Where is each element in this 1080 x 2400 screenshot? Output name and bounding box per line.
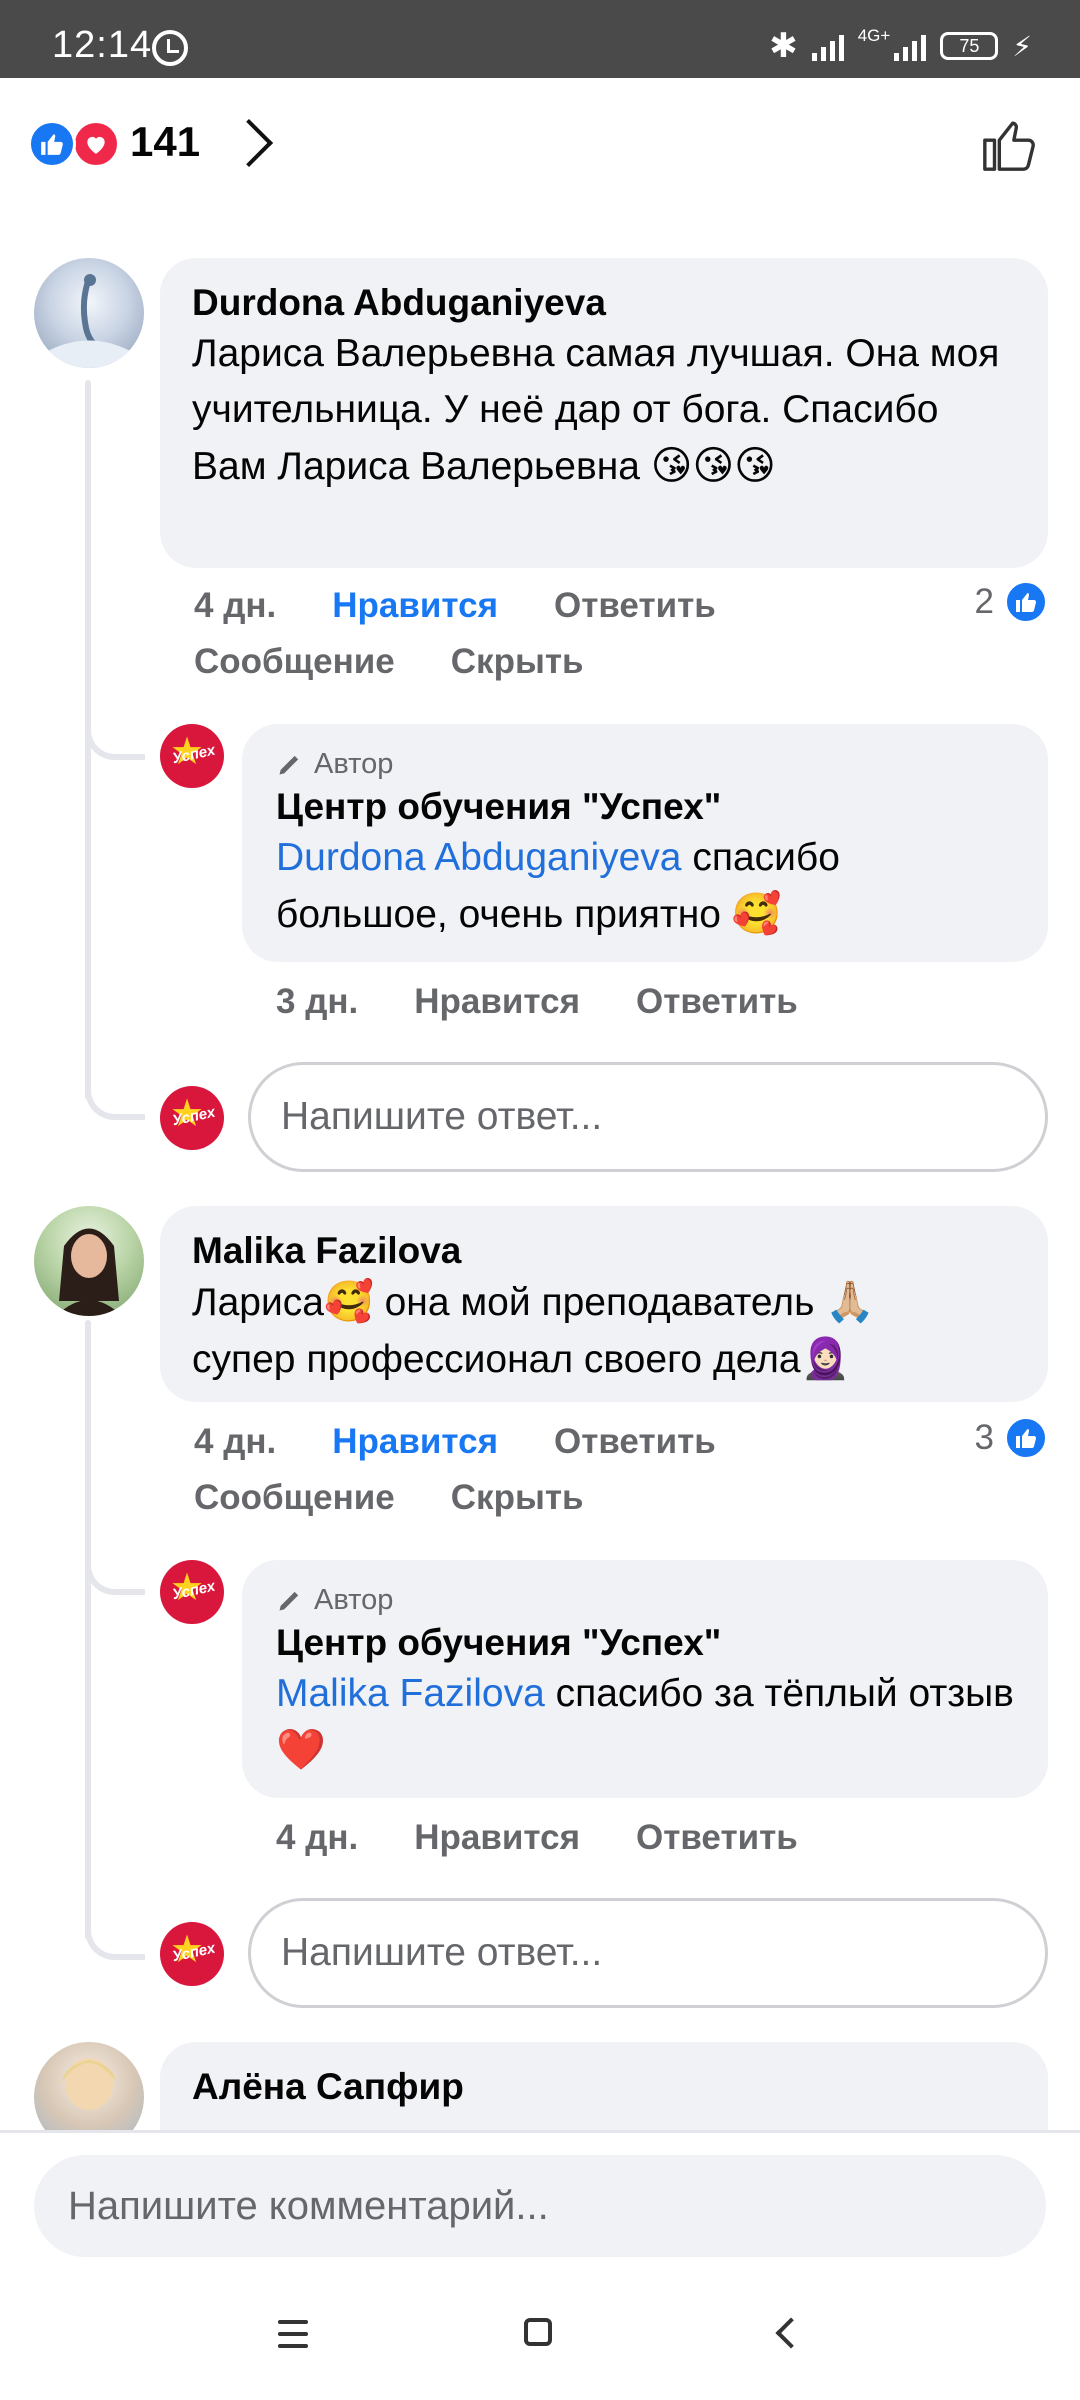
avatar[interactable]	[34, 1206, 144, 1316]
charging-icon: ⚡	[1012, 30, 1032, 62]
reactions-header: 141	[0, 78, 1080, 218]
menu-icon[interactable]	[278, 2320, 308, 2356]
reply-input[interactable]: Напишите ответ...	[248, 1898, 1048, 2008]
like-reaction-icon[interactable]	[28, 120, 76, 168]
status-bar: 12:14 ✱ 4G+ 75 ⚡	[0, 0, 1080, 78]
comment-author[interactable]: Malika Fazilova	[192, 1228, 1016, 1274]
reply-emoji: ❤️	[276, 1728, 326, 1772]
reaction-count[interactable]: 141	[130, 118, 200, 166]
reply-input[interactable]: Напишите ответ...	[248, 1062, 1048, 1172]
battery-level: 75	[959, 36, 980, 56]
comment-like-count[interactable]: 3	[975, 1416, 1048, 1460]
reply-button[interactable]: Ответить	[636, 1818, 798, 1858]
comment-actions: 4 дн. Нравится Ответить	[194, 586, 716, 626]
comment-like-count[interactable]: 2	[975, 580, 1048, 624]
home-icon[interactable]	[524, 2318, 552, 2346]
reply-time[interactable]: 3 дн.	[276, 982, 358, 1022]
thumbs-up-icon[interactable]	[980, 116, 1038, 179]
comment-emoji-c: 🧕🏻	[800, 1337, 851, 1381]
thread-connector	[85, 1565, 145, 1595]
reply-author[interactable]: Центр обучения "Успех"	[276, 784, 1014, 830]
status-time: 12:14	[52, 24, 153, 66]
reply-bubble[interactable]: Автор Центр обучения "Успех" Malika Fazi…	[242, 1560, 1048, 1798]
hide-button[interactable]: Скрыть	[451, 642, 584, 682]
signal-icon	[811, 31, 844, 61]
reply-author[interactable]: Центр обучения "Успех"	[276, 1620, 1014, 1666]
comment-body-b: она мой преподаватель	[373, 1281, 826, 1324]
message-button[interactable]: Сообщение	[194, 1478, 395, 1518]
reply-text: Malika Fazilova спасибо за тёплый отзыв …	[276, 1666, 1014, 1779]
page-avatar: ★ Успех	[160, 1922, 224, 1986]
reply-body: спасибо за тёплый отзыв	[544, 1672, 1014, 1715]
like-button[interactable]: Нравится	[332, 1422, 498, 1462]
mention-link[interactable]: Malika Fazilova	[276, 1672, 545, 1715]
reply-time[interactable]: 4 дн.	[276, 1818, 358, 1858]
like-count: 2	[974, 582, 994, 621]
network-type: 4G+	[857, 26, 891, 45]
comment-emoji-a: 🥰	[323, 1280, 374, 1324]
comment-actions-row2: Сообщение Скрыть	[194, 642, 584, 682]
author-tag: Автор	[276, 744, 1014, 784]
reply-button[interactable]: Ответить	[636, 982, 798, 1022]
comment-input[interactable]: Напишите комментарий...	[34, 2155, 1046, 2257]
comment-text: Лариса Валерьевна самая лучшая. Она моя …	[192, 326, 1016, 495]
author-tag-label: Автор	[314, 1584, 394, 1616]
page-avatar[interactable]: ★ Успех	[160, 1560, 224, 1624]
bluetooth-icon: ✱	[769, 27, 798, 65]
message-button[interactable]: Сообщение	[194, 642, 395, 682]
thread-connector	[85, 1930, 145, 1960]
like-icon	[1004, 580, 1048, 624]
hide-button[interactable]: Скрыть	[451, 1478, 584, 1518]
reply-button[interactable]: Ответить	[554, 1422, 716, 1462]
signal-icon-2	[894, 31, 927, 61]
thread-line	[85, 1320, 91, 1940]
comment-author[interactable]: Durdona Abduganiyeva	[192, 280, 1016, 326]
love-reaction-icon[interactable]	[72, 120, 120, 168]
comment-composer: Напишите комментарий...	[0, 2130, 1080, 2276]
reply-actions: 3 дн. Нравится Ответить	[276, 982, 798, 1022]
like-button[interactable]: Нравится	[414, 982, 580, 1022]
reply-text: Durdona Abduganiyeva спасибо большое, оч…	[276, 830, 1014, 943]
like-button[interactable]: Нравится	[414, 1818, 580, 1858]
comment-actions-row2: Сообщение Скрыть	[194, 1478, 584, 1518]
page-avatar: ★ Успех	[160, 1086, 224, 1150]
system-navbar	[0, 2276, 1080, 2400]
like-icon	[1004, 1416, 1048, 1460]
comment-time[interactable]: 4 дн.	[194, 586, 276, 626]
reply-actions: 4 дн. Нравится Ответить	[276, 1818, 798, 1858]
alarm-icon	[152, 30, 188, 66]
page-avatar[interactable]: ★ Успех	[160, 724, 224, 788]
comment-body: Лариса Валерьевна самая лучшая. Она моя …	[192, 332, 1000, 488]
comment-time[interactable]: 4 дн.	[194, 1422, 276, 1462]
like-button[interactable]: Нравится	[332, 586, 498, 626]
author-tag: Автор	[276, 1580, 1014, 1620]
comment-bubble[interactable]: Malika Fazilova Лариса🥰 она мой преподав…	[160, 1206, 1048, 1402]
comment-body-c: супер профессионал своего дела	[192, 1338, 801, 1381]
pen-icon	[279, 1591, 299, 1611]
reply-button[interactable]: Ответить	[554, 586, 716, 626]
pen-icon	[279, 755, 299, 775]
reply-bubble[interactable]: Автор Центр обучения "Успех" Durdona Abd…	[242, 724, 1048, 962]
chevron-right-icon[interactable]	[224, 118, 274, 168]
comment-emojis: 😘😘😘	[650, 444, 776, 488]
comment-actions: 4 дн. Нравится Ответить	[194, 1422, 716, 1462]
reply-emoji: 🥰	[731, 892, 782, 936]
battery-icon: 75	[940, 32, 999, 60]
status-icons: ✱ 4G+ 75 ⚡	[769, 26, 1032, 66]
thread-connector	[85, 1090, 145, 1120]
comment-body-a: Лариса	[192, 1281, 324, 1324]
comment-author[interactable]: Алёна Сапфир	[192, 2064, 1016, 2110]
author-tag-label: Автор	[314, 748, 394, 780]
like-count: 3	[974, 1418, 994, 1457]
back-icon[interactable]	[775, 2317, 807, 2349]
avatar[interactable]	[34, 258, 144, 368]
thread-connector	[85, 730, 145, 760]
comment-text: Лариса🥰 она мой преподаватель 🙏🏼 супер п…	[192, 1274, 1016, 1388]
comment-bubble[interactable]: Durdona Abduganiyeva Лариса Валерьевна с…	[160, 258, 1048, 568]
comment-emoji-b: 🙏🏼	[825, 1280, 876, 1324]
mention-link[interactable]: Durdona Abduganiyeva	[276, 836, 681, 879]
